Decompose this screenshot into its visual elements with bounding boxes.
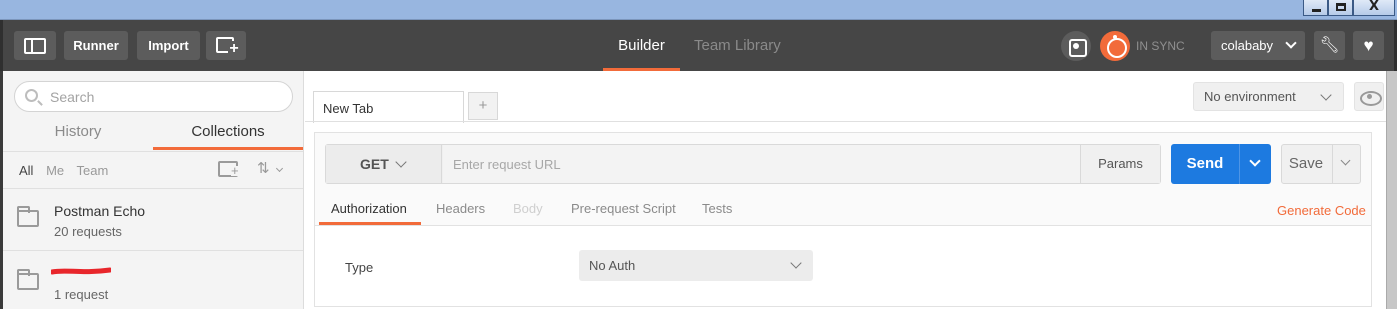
send-button[interactable]: Send [1171,144,1271,184]
request-panel: GET Params Send Save Authorization Heade… [314,132,1372,307]
search-box[interactable] [14,81,293,112]
filter-me[interactable]: Me [46,163,64,178]
chevron-down-icon [1320,89,1332,101]
chevron-down-icon[interactable] [275,164,284,173]
tab-headers[interactable]: Headers [436,201,485,216]
auth-type-value: No Auth [589,258,636,273]
tab-tests[interactable]: Tests [702,201,732,216]
runner-button[interactable]: Runner [64,31,128,60]
minimize-button[interactable] [1303,0,1328,16]
url-input[interactable] [443,145,1080,183]
tab-new-tab[interactable]: New Tab [313,91,464,123]
environment-quick-look-button[interactable] [1354,82,1384,111]
folder-icon [17,206,39,227]
collection-item[interactable]: Postman Echo 20 requests [3,189,303,251]
collection-item[interactable]: 1 request [3,252,303,314]
params-button[interactable]: Params [1080,145,1160,183]
sync-status: IN SYNC [1136,39,1185,53]
window-title-bar: X [0,0,1397,20]
maximize-icon [1336,3,1346,11]
generate-code-link[interactable]: Generate Code [1277,203,1366,218]
chevron-down-icon [1285,37,1297,49]
tab-body[interactable]: Body [513,201,543,216]
redaction-mark [51,267,111,275]
collection-request-count: 1 request [54,287,109,302]
user-menu-button[interactable]: colababy [1211,31,1305,60]
tab-builder[interactable]: Builder [603,20,680,71]
tab-collections[interactable]: Collections [153,123,303,150]
tab-history[interactable]: History [3,123,153,150]
search-icon [25,89,38,102]
interceptor-icon[interactable] [1061,31,1091,61]
divider [305,121,1386,122]
save-button[interactable]: Save [1281,144,1361,184]
environment-value: No environment [1204,89,1296,104]
add-tab-button[interactable]: + [468,92,498,120]
method-value: GET [360,156,389,172]
filter-all[interactable]: All [19,163,33,178]
support-button[interactable]: ♥ [1353,31,1384,60]
folder-icon [17,269,39,290]
tab-pre-request-script[interactable]: Pre-request Script [571,201,676,216]
new-window-button[interactable]: + [206,31,246,60]
send-label: Send [1186,155,1224,172]
chevron-down-icon[interactable] [1340,155,1351,166]
method-select[interactable]: GET [326,145,442,183]
url-bar: GET Params [325,144,1161,184]
divider [3,151,303,152]
minimize-icon [1312,9,1321,12]
sidebar-icon [24,38,46,54]
chevron-down-icon [395,156,407,168]
sidebar-toggle-button[interactable] [14,31,56,60]
app-header: Runner Import + Builder Team Library IN … [0,20,1397,71]
search-input[interactable] [50,87,280,107]
collection-request-count: 20 requests [54,224,122,239]
sidebar: History Collections All Me Team ⇅ Postma… [3,71,304,309]
chevron-down-icon [790,257,802,269]
filter-team[interactable]: Team [77,163,109,178]
collection-name: Postman Echo [54,203,146,219]
save-label: Save [1288,155,1324,172]
chevron-down-icon[interactable] [1249,155,1261,167]
import-button[interactable]: Import [137,31,200,60]
environment-select[interactable]: No environment [1193,82,1344,111]
wrench-icon: 🔧︎ [1319,37,1340,54]
tab-authorization[interactable]: Authorization [331,201,407,216]
authorization-panel: Type No Auth [315,226,1371,306]
settings-button[interactable]: 🔧︎ [1314,31,1345,60]
new-collection-icon[interactable] [218,161,239,177]
sync-icon[interactable] [1100,31,1130,61]
vertical-scrollbar[interactable] [1386,71,1397,309]
collection-filters: All Me Team [19,163,117,178]
maximize-button[interactable] [1328,0,1353,16]
auth-type-select[interactable]: No Auth [579,250,813,281]
type-label: Type [345,260,374,275]
tab-team-library[interactable]: Team Library [694,20,794,71]
close-window-button[interactable]: X [1353,0,1395,16]
user-name: colababy [1221,38,1274,53]
request-builder: New Tab + No environment GET Params Send… [305,71,1386,309]
close-icon: X [1368,0,1380,14]
sort-icon[interactable]: ⇅ [257,159,270,177]
heart-icon: ♥ [1363,36,1374,55]
